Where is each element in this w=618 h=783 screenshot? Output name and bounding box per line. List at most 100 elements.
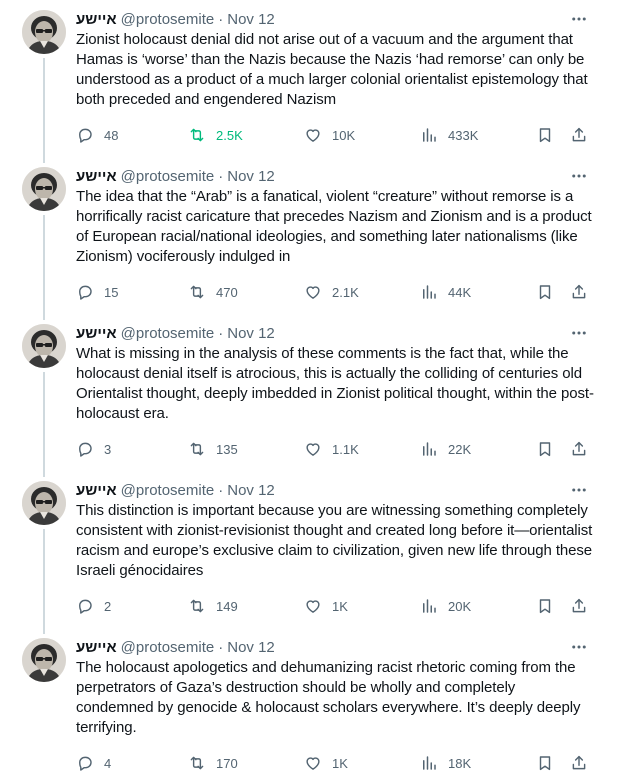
author-display-name[interactable]: איישע bbox=[76, 11, 117, 28]
tweet[interactable]: איישע @protosemite · Nov 12 What is miss… bbox=[0, 314, 618, 477]
author-handle[interactable]: @protosemite bbox=[121, 325, 215, 342]
avatar[interactable] bbox=[22, 324, 66, 368]
reply-count: 15 bbox=[104, 284, 119, 300]
views-button[interactable]: 20K bbox=[420, 596, 471, 616]
like-count: 1K bbox=[332, 598, 348, 614]
tweet-date[interactable]: Nov 12 bbox=[227, 11, 275, 28]
bookmark-icon bbox=[539, 285, 551, 300]
reply-icon bbox=[79, 599, 92, 614]
share-icon bbox=[572, 441, 586, 456]
view-count: 433K bbox=[448, 127, 479, 143]
tweet-date[interactable]: Nov 12 bbox=[227, 325, 275, 342]
avatar[interactable] bbox=[22, 167, 66, 211]
thread-connector-line bbox=[43, 372, 45, 477]
like-button[interactable]: 1K bbox=[304, 753, 348, 773]
reply-button[interactable]: 2 bbox=[76, 596, 111, 616]
tweet-actions: 4 170 1K 18K bbox=[76, 753, 596, 773]
thread-connector-line bbox=[43, 529, 45, 634]
more-icon[interactable] bbox=[570, 167, 588, 185]
like-icon bbox=[306, 757, 320, 770]
tweet[interactable]: איישע @protosemite · Nov 12 This distinc… bbox=[0, 471, 618, 634]
author-handle[interactable]: @protosemite bbox=[121, 11, 215, 28]
header-separator: · bbox=[218, 638, 224, 656]
views-button[interactable]: 18K bbox=[420, 753, 471, 773]
views-button[interactable]: 44K bbox=[420, 282, 471, 302]
author-handle[interactable]: @protosemite bbox=[121, 168, 215, 185]
retweet-button[interactable]: 135 bbox=[188, 439, 238, 459]
reply-button[interactable]: 15 bbox=[76, 282, 118, 302]
author-display-name[interactable]: איישע bbox=[76, 168, 117, 185]
views-button[interactable]: 22K bbox=[420, 439, 471, 459]
bookmark-button[interactable] bbox=[536, 125, 554, 145]
more-icon[interactable] bbox=[570, 324, 588, 342]
author-display-name[interactable]: איישע bbox=[76, 639, 117, 656]
retweet-icon bbox=[190, 128, 204, 142]
share-button[interactable] bbox=[570, 753, 588, 773]
like-icon bbox=[306, 129, 320, 142]
retweet-count: 470 bbox=[216, 284, 238, 300]
bookmark-icon bbox=[539, 128, 551, 143]
share-button[interactable] bbox=[570, 596, 588, 616]
retweet-icon bbox=[190, 285, 204, 299]
like-count: 10K bbox=[332, 127, 356, 143]
bookmark-icon bbox=[539, 442, 551, 457]
tweet-date[interactable]: Nov 12 bbox=[227, 168, 275, 185]
tweet-date[interactable]: Nov 12 bbox=[227, 639, 275, 656]
tweet[interactable]: איישע @protosemite · Nov 12 The idea tha… bbox=[0, 157, 618, 320]
author-display-name[interactable]: איישע bbox=[76, 325, 117, 342]
tweet-header: איישע @protosemite · Nov 12 bbox=[76, 9, 588, 29]
reply-button[interactable]: 48 bbox=[76, 125, 118, 145]
tweet[interactable]: איישע @protosemite · Nov 12 Zionist holo… bbox=[0, 0, 618, 163]
like-icon bbox=[306, 443, 320, 456]
more-icon[interactable] bbox=[570, 10, 588, 28]
share-button[interactable] bbox=[570, 439, 588, 459]
retweet-button[interactable]: 170 bbox=[188, 753, 238, 773]
like-button[interactable]: 10K bbox=[304, 125, 355, 145]
share-icon bbox=[572, 284, 586, 299]
avatar[interactable] bbox=[22, 10, 66, 54]
like-button[interactable]: 2.1K bbox=[304, 282, 359, 302]
retweet-button[interactable]: 470 bbox=[188, 282, 238, 302]
bookmark-icon bbox=[539, 756, 551, 771]
share-button[interactable] bbox=[570, 282, 588, 302]
tweet-text: Zionist holocaust denial did not arise o… bbox=[76, 31, 588, 108]
header-separator: · bbox=[218, 481, 224, 499]
bookmark-button[interactable] bbox=[536, 439, 554, 459]
share-icon bbox=[572, 755, 586, 770]
tweet-header: איישע @protosemite · Nov 12 bbox=[76, 637, 588, 657]
like-button[interactable]: 1K bbox=[304, 596, 348, 616]
author-handle[interactable]: @protosemite bbox=[121, 639, 215, 656]
author-handle[interactable]: @protosemite bbox=[121, 482, 215, 499]
more-icon[interactable] bbox=[570, 638, 588, 656]
share-button[interactable] bbox=[570, 125, 588, 145]
avatar[interactable] bbox=[22, 638, 66, 682]
views-icon bbox=[423, 756, 436, 770]
bookmark-button[interactable] bbox=[536, 596, 554, 616]
avatar[interactable] bbox=[22, 481, 66, 525]
view-count: 20K bbox=[448, 598, 472, 614]
tweet-date[interactable]: Nov 12 bbox=[227, 482, 275, 499]
view-count: 18K bbox=[448, 755, 472, 771]
bookmark-button[interactable] bbox=[536, 753, 554, 773]
retweet-count: 149 bbox=[216, 598, 238, 614]
retweet-button[interactable]: 2.5K bbox=[188, 125, 243, 145]
share-icon bbox=[572, 598, 586, 613]
like-button[interactable]: 1.1K bbox=[304, 439, 359, 459]
view-count: 22K bbox=[448, 441, 472, 457]
reply-icon bbox=[79, 128, 92, 143]
header-separator: · bbox=[218, 167, 224, 185]
author-display-name[interactable]: איישע bbox=[76, 482, 117, 499]
reply-button[interactable]: 4 bbox=[76, 753, 111, 773]
views-button[interactable]: 433K bbox=[420, 125, 478, 145]
retweet-button[interactable]: 149 bbox=[188, 596, 238, 616]
thread-connector-line bbox=[43, 58, 45, 163]
more-icon[interactable] bbox=[570, 481, 588, 499]
reply-count: 48 bbox=[104, 127, 119, 143]
bookmark-button[interactable] bbox=[536, 282, 554, 302]
tweet[interactable]: איישע @protosemite · Nov 12 The holocaus… bbox=[0, 628, 618, 783]
views-icon bbox=[423, 599, 436, 613]
reply-icon bbox=[79, 285, 92, 300]
reply-button[interactable]: 3 bbox=[76, 439, 111, 459]
reply-count: 4 bbox=[104, 755, 112, 771]
like-count: 2.1K bbox=[332, 284, 359, 300]
